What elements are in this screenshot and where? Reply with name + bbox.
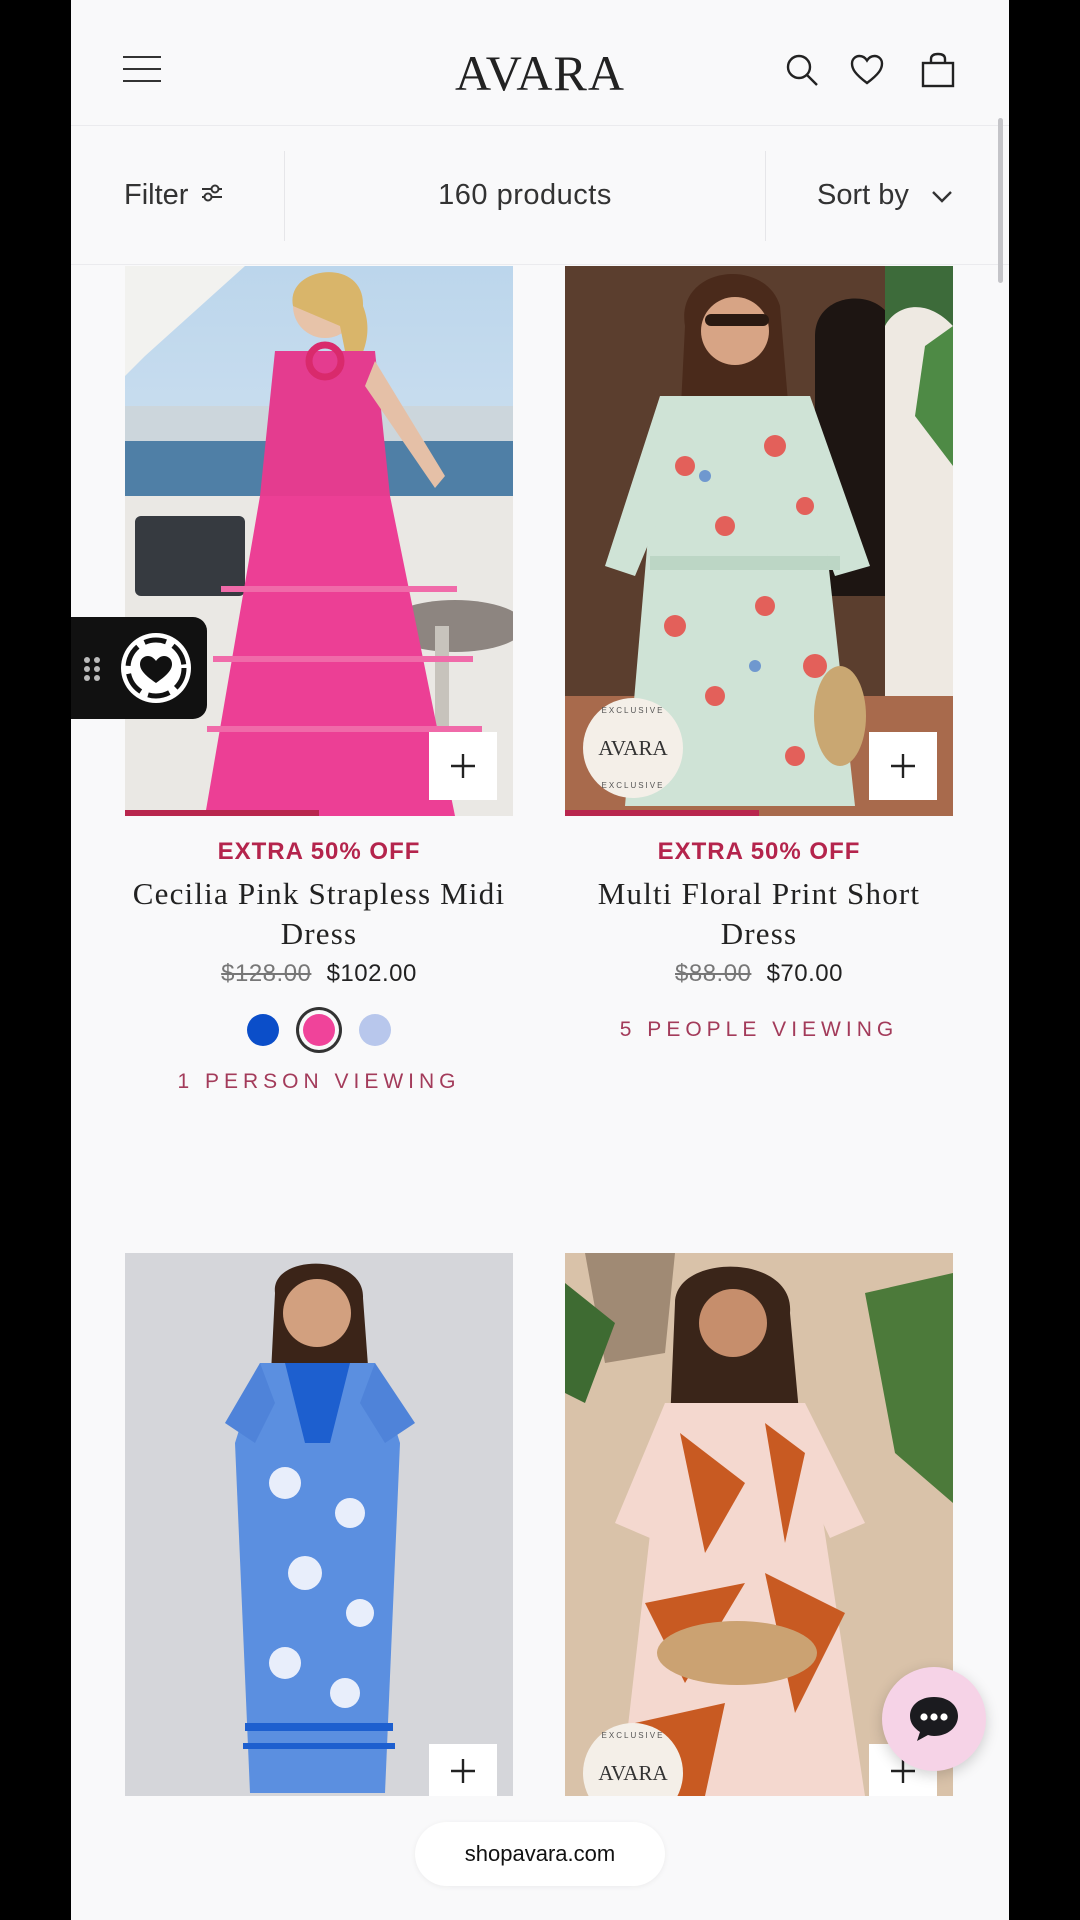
product-name[interactable]: Multi Floral Print Short Dress [565,874,953,954]
color-swatch-pink[interactable] [303,1014,335,1046]
viewing-count: 5 PEOPLE VIEWING [619,1018,899,1041]
sale-price: $102.00 [326,960,417,987]
image-progress-bar [565,810,759,816]
plus-icon [451,754,475,778]
product-price: $128.00 $102.00 [125,960,513,988]
heart-icon[interactable] [849,52,885,88]
badge-brand: AVARA [598,1760,668,1785]
product-count: 160 products [438,179,612,211]
exclusive-badge: EXCLUSIVE AVARA [583,1723,683,1796]
product-image[interactable] [125,1253,513,1796]
badge-brand: AVARA [598,735,668,760]
quick-add-button[interactable] [429,1744,497,1796]
plus-icon [451,1759,475,1783]
sale-price: $70.00 [766,960,843,987]
product-image[interactable] [125,266,513,816]
quick-add-button[interactable] [869,732,937,800]
sliders-icon [200,179,224,212]
color-swatches [125,1014,513,1046]
promo-label: EXTRA 50% OFF [217,838,421,865]
accessibility-widget[interactable] [71,617,207,719]
product-image[interactable]: EXCLUSIVE AVARA EXCLUSIVE [565,266,953,816]
chevron-down-icon [931,179,953,212]
filter-button[interactable]: Filter [124,179,224,212]
chat-button[interactable] [882,1667,986,1771]
scrollbar[interactable] [998,118,1003,283]
product-card[interactable]: EXCLUSIVE AVARA EXCLUSIVE EXTRA 50% OFF … [565,266,953,1042]
product-name[interactable]: Cecilia Pink Strapless Midi Dress [125,874,513,954]
search-icon[interactable] [784,52,820,88]
viewing-count: 1 PERSON VIEWING [177,1070,461,1093]
product-photo [125,1253,513,1796]
badge-ring-text: EXCLUSIVE [601,706,665,715]
image-progress-bar [125,810,319,816]
filter-sort-bar: Filter 160 products Sort by [71,127,1009,265]
url-bar[interactable]: shopavara.com [415,1822,665,1886]
original-price: $88.00 [675,960,752,987]
shopping-bag-icon[interactable] [920,52,956,88]
chat-bubble-icon [910,1697,958,1741]
toolbar-divider [765,151,766,241]
badge-ring-text: EXCLUSIVE [601,1731,665,1740]
accessibility-icon [84,633,191,703]
product-card[interactable] [125,1253,513,1796]
color-swatch-blue[interactable] [247,1014,279,1046]
site-header: AVARA [71,0,1009,126]
original-price: $128.00 [221,960,312,987]
quick-add-button[interactable] [429,732,497,800]
product-listing-page: AVARA Filter 160 products Sort by EXTRA … [71,0,1009,1920]
product-price: $88.00 $70.00 [565,960,953,988]
badge-ring-text: EXCLUSIVE [601,781,665,790]
filter-label: Filter [124,179,189,211]
sort-label: Sort by [817,179,909,211]
color-swatch-light-blue[interactable] [359,1014,391,1046]
exclusive-badge: EXCLUSIVE AVARA EXCLUSIVE [583,698,683,798]
plus-icon [891,754,915,778]
promo-label: EXTRA 50% OFF [657,838,861,865]
sort-button[interactable]: Sort by [817,179,953,212]
